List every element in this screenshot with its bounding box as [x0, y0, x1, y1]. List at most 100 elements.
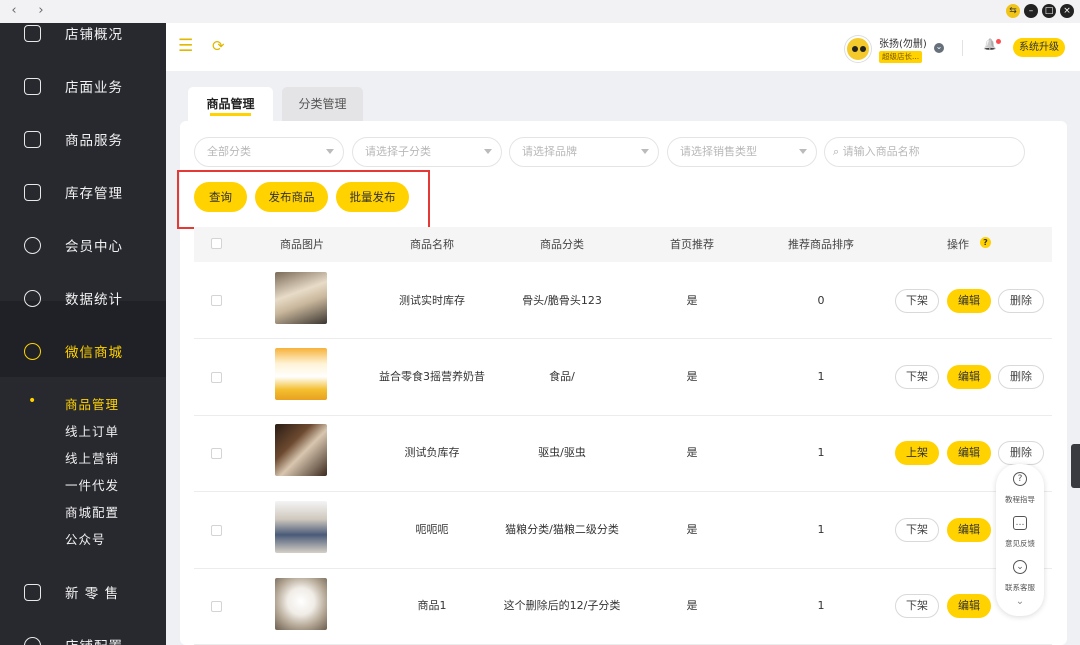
sidebar-item-label: 新 零 售 [65, 586, 120, 602]
help-circle-icon[interactable]: ? [1013, 472, 1027, 486]
column-header-actions: 操作 [947, 238, 969, 251]
list-button[interactable]: 上架 [895, 441, 939, 465]
caret-down-icon [326, 149, 334, 154]
search-placeholder: 请输入商品名称 [842, 145, 920, 158]
sidebar-item-wechat-mall[interactable]: 微信商城 [0, 331, 166, 371]
sales-type-select[interactable]: 请选择销售类型 [667, 137, 817, 167]
tab-label: 分类管理 [298, 97, 347, 111]
product-name: 测试负库存 [404, 446, 460, 459]
cube-icon [24, 583, 41, 601]
active-tab-indicator [210, 113, 251, 116]
menu-toggle-icon[interactable]: ☰ [178, 36, 193, 56]
unlist-button[interactable]: 下架 [895, 594, 939, 618]
brand-select[interactable]: 请选择品牌 [509, 137, 659, 167]
bell-icon[interactable]: 🔔 [983, 38, 997, 51]
help-icon[interactable]: ? [980, 237, 991, 248]
submenu-item-online-orders[interactable]: 线上订单 [65, 422, 119, 442]
swap-window-icon[interactable]: ⇆ [1006, 4, 1020, 18]
category-select-value: 全部分类 [207, 145, 251, 158]
caret-down-icon [799, 149, 807, 154]
side-drawer-handle[interactable] [1071, 444, 1080, 488]
unlist-button[interactable]: 下架 [895, 518, 939, 542]
home-recommend-value: 是 [686, 370, 698, 383]
service-icon[interactable]: ⌄ [1013, 560, 1027, 574]
submenu-item-product-management[interactable]: 商品管理 [65, 395, 119, 415]
header-divider [962, 40, 963, 56]
row-checkbox[interactable] [211, 601, 222, 612]
batch-publish-button[interactable]: 批量发布 [336, 182, 409, 212]
sidebar-item-new-retail[interactable]: 新 零 售 [0, 572, 166, 612]
submenu-item-online-marketing[interactable]: 线上营销 [65, 449, 119, 469]
row-checkbox[interactable] [211, 372, 222, 383]
product-category: 这个删除后的12/子分类 [503, 599, 621, 612]
brand-select-value: 请选择品牌 [522, 145, 577, 158]
delete-button[interactable]: 删除 [998, 289, 1044, 313]
delete-button[interactable]: 删除 [998, 441, 1044, 465]
recommend-order-value: 1 [817, 523, 825, 536]
delete-button[interactable]: 删除 [998, 365, 1044, 389]
submenu-item-dropshipping[interactable]: 一件代发 [65, 476, 119, 496]
publish-product-button[interactable]: 发布商品 [255, 182, 328, 212]
row-checkbox[interactable] [211, 525, 222, 536]
box-icon [24, 183, 41, 201]
home-recommend-value: 是 [686, 599, 698, 612]
edit-button[interactable]: 编辑 [947, 441, 991, 465]
edit-button[interactable]: 编辑 [947, 594, 991, 618]
edit-button[interactable]: 编辑 [947, 365, 991, 389]
close-window-button[interactable]: × [1060, 4, 1074, 18]
column-header-name: 商品名称 [410, 238, 454, 251]
sidebar-item-inventory[interactable]: 库存管理 [0, 172, 166, 212]
sidebar-item-product-service[interactable]: 商品服务 [0, 119, 166, 159]
avatar[interactable] [845, 36, 871, 62]
feedback-icon[interactable]: … [1013, 516, 1027, 530]
product-category: 猫粮分类/猫粮二级分类 [505, 523, 619, 536]
sidebar-item-label: 店铺配置 [65, 635, 123, 645]
user-role-badge: 超级店长... [879, 51, 923, 63]
notification-dot [996, 39, 1001, 44]
subcategory-select[interactable]: 请选择子分类 [352, 137, 502, 167]
product-name: 呃呃呃 [415, 523, 449, 536]
product-category: 骨头/脆骨头123 [522, 294, 602, 307]
unlist-button[interactable]: 下架 [895, 365, 939, 389]
product-search-input[interactable]: ⌕ 请输入商品名称 [824, 137, 1025, 167]
column-header-image: 商品图片 [280, 238, 324, 251]
home-icon [24, 77, 41, 95]
sidebar-item-label: 店铺概况 [65, 27, 123, 43]
refresh-icon[interactable]: ⟳ [212, 37, 225, 55]
contact-service-label[interactable]: 联系客服 [998, 582, 1042, 593]
product-thumbnail [275, 272, 327, 324]
sidebar-item-store-overview[interactable]: 店铺概况 [0, 13, 166, 53]
collapse-chevron-icon[interactable]: ⌄ [1013, 596, 1027, 607]
tutorial-guide-label[interactable]: 教程指导 [998, 494, 1042, 505]
tab-category-management[interactable]: 分类管理 [282, 87, 363, 121]
recommend-order-value: 0 [817, 294, 825, 307]
query-button[interactable]: 查询 [194, 182, 247, 212]
sidebar-item-store-config[interactable]: 店铺配置 [0, 625, 166, 645]
select-all-checkbox[interactable] [211, 238, 222, 249]
upgrade-button[interactable]: 系统升级 [1013, 38, 1065, 57]
edit-button[interactable]: 编辑 [947, 518, 991, 542]
product-category: 食品/ [549, 370, 575, 383]
feedback-label[interactable]: 意见反馈 [998, 538, 1042, 549]
recommend-order-value: 1 [817, 446, 825, 459]
row-checkbox[interactable] [211, 295, 222, 306]
user-name: 张扬(勿删) [879, 39, 927, 50]
chart-icon [24, 289, 41, 307]
edit-button[interactable]: 编辑 [947, 289, 991, 313]
unlist-button[interactable]: 下架 [895, 289, 939, 313]
maximize-button[interactable]: □ [1042, 4, 1056, 18]
sidebar-item-statistics[interactable]: 数据统计 [0, 278, 166, 318]
category-select[interactable]: 全部分类 [194, 137, 344, 167]
submenu-item-mall-config[interactable]: 商城配置 [65, 503, 119, 523]
active-bullet: • [28, 393, 37, 409]
settings-icon [24, 636, 41, 645]
product-thumbnail [275, 501, 327, 553]
sidebar-item-member-center[interactable]: 会员中心 [0, 225, 166, 265]
row-checkbox[interactable] [211, 448, 222, 459]
user-dropdown-chevron-icon[interactable]: ⌄ [934, 43, 944, 53]
sidebar-item-store-business[interactable]: 店面业务 [0, 66, 166, 106]
column-header-home-recommend: 首页推荐 [670, 238, 714, 251]
submenu-item-official-account[interactable]: 公众号 [65, 530, 106, 550]
tab-label: 商品管理 [206, 97, 255, 111]
minimize-button[interactable]: – [1024, 4, 1038, 18]
